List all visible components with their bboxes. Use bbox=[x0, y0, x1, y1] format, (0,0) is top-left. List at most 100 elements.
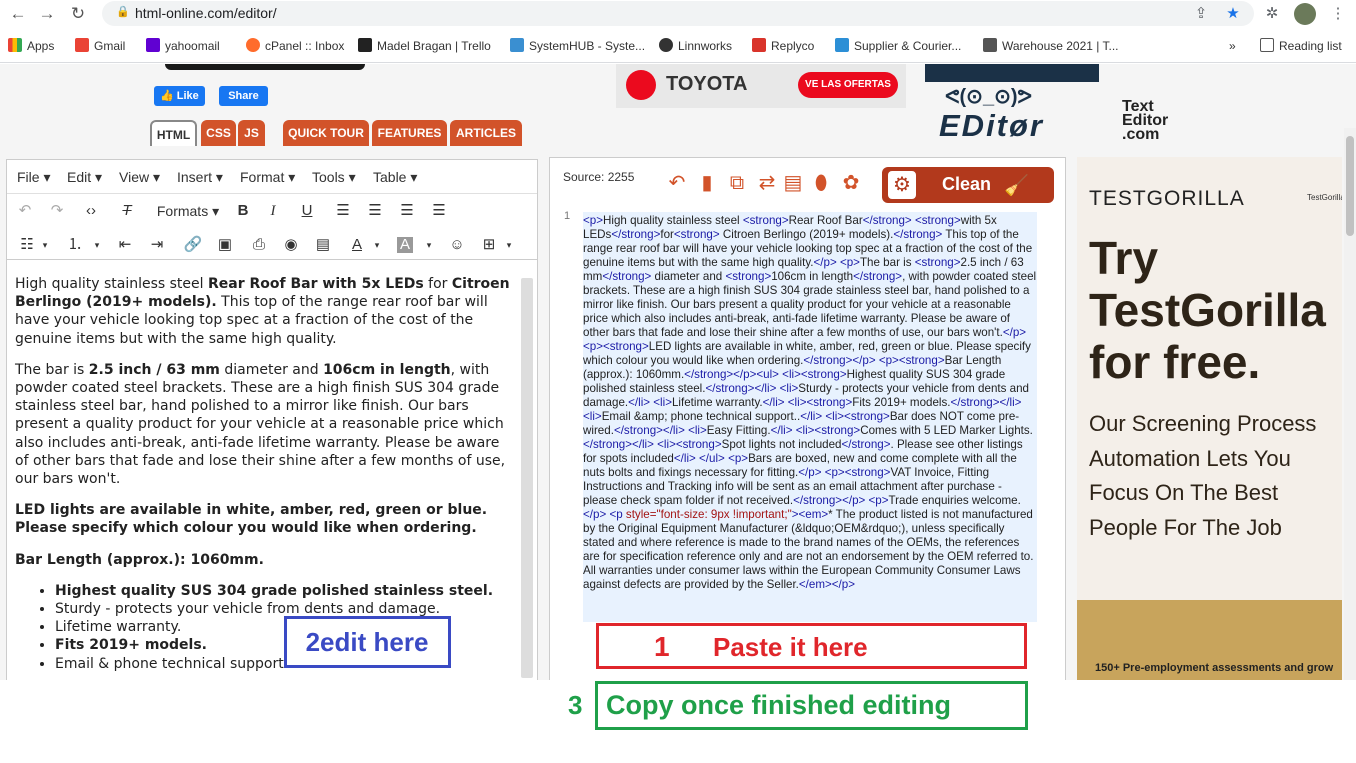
background-color-icon[interactable]: A bbox=[397, 237, 413, 253]
editor-scrollbar[interactable] bbox=[521, 278, 533, 678]
link-icon[interactable]: 🔗 bbox=[183, 235, 203, 255]
italic-icon[interactable]: I bbox=[263, 201, 283, 221]
formats-dropdown[interactable]: Formats ▾ bbox=[153, 201, 223, 221]
more-bookmarks[interactable]: » bbox=[1229, 37, 1236, 55]
image-icon[interactable]: ▣ bbox=[215, 235, 235, 255]
menu-insert[interactable]: Insert ▾ bbox=[177, 169, 223, 186]
undo-icon[interactable]: ↶ bbox=[15, 201, 35, 221]
clear-format-icon[interactable]: T bbox=[117, 201, 137, 221]
paragraph-1: High quality stainless steel Rear Roof B… bbox=[15, 276, 510, 347]
justify-icon[interactable]: ☰ bbox=[429, 201, 449, 221]
testgorilla-ad[interactable]: TESTGORILLA TestGorilla Try TestGorilla … bbox=[1077, 157, 1342, 680]
tab-quick-tour[interactable]: QUICK TOUR bbox=[283, 120, 369, 146]
bookmark-systemhub[interactable]: SystemHUB - Syste... bbox=[510, 37, 645, 55]
apps-icon bbox=[8, 38, 22, 52]
numbered-list-dropdown-icon[interactable]: ▾ bbox=[87, 235, 107, 255]
systemhub-icon bbox=[510, 38, 524, 52]
share-icon[interactable]: ⇪ bbox=[1191, 4, 1211, 24]
settings-gear-icon[interactable]: ⚙ bbox=[888, 171, 916, 199]
table-dropdown-icon[interactable]: ▾ bbox=[499, 235, 519, 255]
preview-icon[interactable]: ◉ bbox=[281, 235, 301, 255]
align-right-icon[interactable]: ☰ bbox=[397, 201, 417, 221]
paragraph-2: The bar is 2.5 inch / 63 mm diameter and… bbox=[15, 361, 506, 488]
ad-subtext: Our Screening Process Automation Lets Yo… bbox=[1089, 411, 1317, 540]
back-icon[interactable]: ← bbox=[8, 4, 28, 24]
broom-icon: 🧹 bbox=[1004, 175, 1029, 197]
tab-html[interactable]: HTML bbox=[150, 120, 197, 146]
tab-css[interactable]: CSS bbox=[201, 120, 236, 146]
convert-icon[interactable]: ⇄ bbox=[756, 172, 778, 194]
text-color-icon[interactable]: A bbox=[347, 235, 367, 255]
ad-band: 150+ Pre-employment assessments and grow bbox=[1077, 600, 1342, 680]
menu-format[interactable]: Format ▾ bbox=[240, 169, 295, 186]
menu-view[interactable]: View ▾ bbox=[119, 169, 160, 186]
underline-icon[interactable]: U bbox=[297, 201, 317, 221]
table-icon[interactable]: ⊞ bbox=[479, 235, 499, 255]
toyota-cta-button[interactable]: VE LAS OFERTAS bbox=[798, 72, 898, 98]
redo-icon[interactable]: ↷ bbox=[47, 201, 67, 221]
palette-icon[interactable]: ✿ bbox=[840, 172, 862, 194]
indent-icon[interactable]: ⇥ bbox=[147, 235, 167, 255]
bookmark-apps[interactable]: Apps bbox=[8, 37, 54, 55]
annotation-text: 2edit here bbox=[305, 627, 429, 657]
url-text[interactable]: html-online.com/editor/ bbox=[135, 5, 277, 21]
menu-table[interactable]: Table ▾ bbox=[373, 169, 417, 186]
outdent-icon[interactable]: ⇤ bbox=[115, 235, 135, 255]
tab-features[interactable]: FEATURES bbox=[372, 120, 447, 146]
bookmark-gmail[interactable]: Gmail bbox=[75, 37, 125, 55]
wysiwyg-editor: File ▾ Edit ▾ View ▾ Insert ▾ Format ▾ T… bbox=[6, 159, 538, 680]
bookmark-replyco[interactable]: Replyco bbox=[752, 37, 814, 55]
bookmark-yahoomail[interactable]: yahoomail bbox=[146, 37, 220, 55]
source-length-label: Source: 2255 bbox=[563, 170, 635, 184]
new-document-icon[interactable]: ▮ bbox=[696, 172, 718, 194]
source-code-icon[interactable]: ‹› bbox=[81, 201, 101, 221]
background-color-dropdown-icon[interactable]: ▾ bbox=[419, 235, 439, 255]
reading-list[interactable]: Reading list bbox=[1260, 37, 1342, 55]
bookmark-warehouse[interactable]: Warehouse 2021 | T... bbox=[983, 37, 1119, 55]
lock-icon[interactable]: 🔒 bbox=[116, 5, 130, 18]
page-scrollbar-thumb[interactable] bbox=[1346, 136, 1354, 236]
reload-icon[interactable]: ↻ bbox=[68, 4, 88, 24]
tab-js[interactable]: JS bbox=[238, 120, 265, 146]
menu-tools[interactable]: Tools ▾ bbox=[312, 169, 356, 186]
paste-icon[interactable]: ⧉ bbox=[726, 172, 748, 194]
menu-file[interactable]: File ▾ bbox=[17, 169, 50, 186]
bullet-list-dropdown-icon[interactable]: ▾ bbox=[35, 235, 55, 255]
facebook-share-button[interactable]: Share bbox=[219, 86, 268, 106]
pin-icon[interactable]: ⬮ bbox=[810, 172, 832, 194]
page-scrollbar[interactable] bbox=[1344, 128, 1356, 680]
media-icon[interactable]: ▤ bbox=[313, 235, 333, 255]
text-color-dropdown-icon[interactable]: ▾ bbox=[367, 235, 387, 255]
bullet-list-icon[interactable]: ☷ bbox=[17, 235, 37, 255]
source-code-textarea[interactable]: <p>High quality stainless steel <strong>… bbox=[583, 212, 1037, 622]
menu-dots-icon[interactable]: ⋮ bbox=[1328, 4, 1348, 24]
bookmark-cpanel[interactable]: cPanel :: Inbox bbox=[246, 37, 344, 55]
bookmark-linnworks[interactable]: Linnworks bbox=[659, 37, 732, 55]
forward-icon[interactable]: → bbox=[37, 4, 57, 24]
bookmark-star-icon[interactable]: ★ bbox=[1223, 4, 1243, 24]
reading-list-icon bbox=[1260, 38, 1274, 52]
bookmark-supplier[interactable]: Supplier & Courier... bbox=[835, 37, 961, 55]
undo-source-icon[interactable]: ↶ bbox=[666, 172, 688, 194]
page: 👍 Like Share HTML CSS JS QUICK TOUR FEAT… bbox=[0, 64, 1356, 680]
print-icon[interactable]: ⎙ bbox=[249, 235, 269, 255]
avatar[interactable] bbox=[1294, 3, 1316, 25]
annotation-text: Paste it here bbox=[713, 632, 868, 662]
facebook-like-button[interactable]: 👍 Like bbox=[154, 86, 205, 106]
tab-articles[interactable]: ARTICLES bbox=[450, 120, 522, 146]
bold-icon[interactable]: B bbox=[233, 201, 253, 221]
annotation-text: Copy once finished editing bbox=[606, 690, 952, 720]
source-panel: Source: 2255 ↶ ▮ ⧉ ⇄ ▤ ⬮ ✿ ⚙ Clean 🧹 1 <… bbox=[549, 157, 1066, 680]
list-item: Highest quality SUS 304 grade polished s… bbox=[55, 582, 513, 600]
menu-edit[interactable]: Edit ▾ bbox=[67, 169, 102, 186]
numbered-list-icon[interactable]: ⒈ bbox=[65, 235, 85, 255]
emoticon-icon[interactable]: ☺ bbox=[447, 235, 467, 255]
bookmark-trello[interactable]: Madel Bragan | Trello bbox=[358, 37, 491, 55]
clean-button[interactable]: ⚙ Clean 🧹 bbox=[882, 167, 1054, 203]
align-center-icon[interactable]: ☰ bbox=[365, 201, 385, 221]
document-list-icon[interactable]: ▤ bbox=[782, 172, 804, 194]
toyota-ad[interactable]: TOYOTA VE LAS OFERTAS bbox=[616, 64, 906, 108]
align-left-icon[interactable]: ☰ bbox=[333, 201, 353, 221]
extensions-icon[interactable]: ✲ bbox=[1262, 4, 1282, 24]
testgorilla-mini-logo: TestGorilla bbox=[1307, 193, 1342, 202]
